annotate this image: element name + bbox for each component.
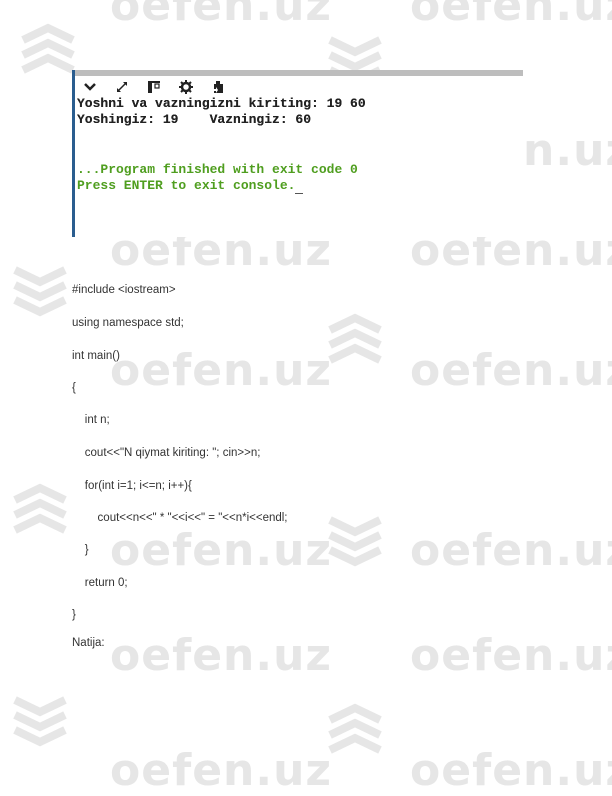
code-line: #include <iostream> (72, 284, 176, 296)
code-line: using namespace std; (72, 317, 184, 329)
terminal-lines: Yoshni va vazningizni kiriting: 19 60 Yo… (77, 96, 366, 194)
result-label: Natija: (72, 637, 105, 649)
watermark-logo-icon (18, 20, 78, 90)
watermark-logo-icon (10, 680, 70, 750)
panel-icon[interactable] (145, 79, 163, 95)
watermark-text: oefen.uz (110, 0, 333, 31)
code-line: { (72, 382, 76, 394)
watermark-logo-icon (10, 250, 70, 320)
terminal-top-bar (75, 70, 523, 76)
watermark-logo-icon (325, 700, 385, 770)
terminal-line: Yoshni va vazningizni kiriting: 19 60 (77, 96, 366, 111)
clipboard-icon[interactable] (209, 79, 227, 95)
code-line: cout<<"N qiymat kiriting: "; cin>>n; (72, 447, 261, 459)
terminal-line: ...Program finished with exit code 0 (77, 162, 358, 177)
watermark-text: oefen.uz (410, 345, 612, 396)
terminal-line: Press ENTER to exit console. (77, 178, 366, 194)
chevron-down-icon[interactable] (81, 79, 99, 95)
watermark-text: oefen.uz (410, 525, 612, 576)
watermark-text: oefen.uz (410, 0, 612, 31)
terminal-cursor (295, 181, 304, 194)
watermark-text: oefen.uz (410, 630, 612, 681)
code-line: cout<<n<<" * "<<i<<" = "<<n*i<<endl; (72, 512, 288, 524)
watermark-text: oefen.uz (110, 525, 333, 576)
code-line: return 0; (72, 577, 128, 589)
terminal-line: Yoshingiz: 19 Vazningiz: 60 (77, 112, 312, 127)
terminal-toolbar (81, 78, 227, 96)
watermark-text: oefen.uz (410, 745, 612, 796)
watermark-logo-icon (325, 500, 385, 570)
expand-icon[interactable] (113, 79, 131, 95)
gear-icon[interactable] (177, 79, 195, 95)
watermark-text: oefen.uz (110, 345, 333, 396)
watermark-text: oefen.uz (110, 630, 333, 681)
terminal-output-screenshot: Yoshni va vazningizni kiriting: 19 60 Yo… (72, 70, 523, 237)
code-line: int main() (72, 350, 120, 362)
watermark-logo-icon (325, 310, 385, 380)
code-line: for(int i=1; i<=n; i++){ (72, 480, 192, 492)
watermark-logo-icon (10, 480, 70, 550)
code-line: } (72, 544, 89, 556)
terminal-line-text: Press ENTER to exit console. (77, 178, 296, 193)
watermark-text: oefen.uz (110, 745, 333, 796)
code-line: int n; (72, 414, 110, 426)
code-line: } (72, 609, 76, 621)
